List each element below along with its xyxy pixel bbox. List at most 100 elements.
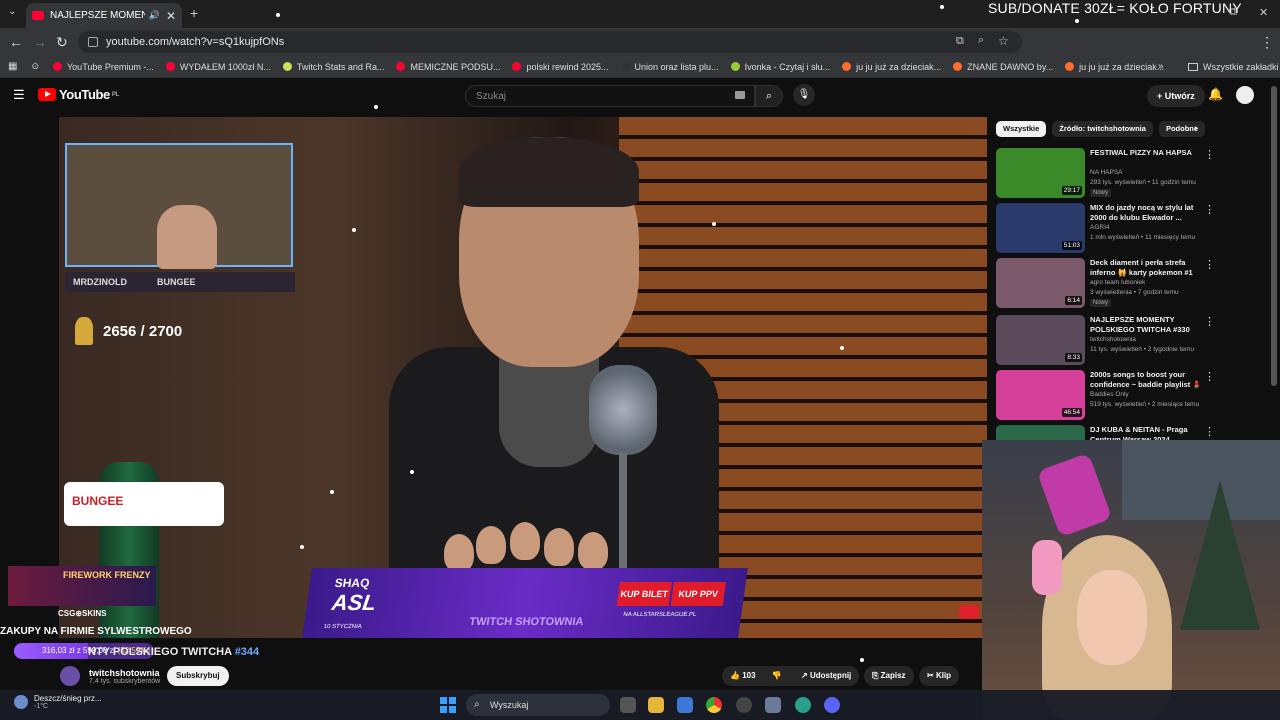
app-icon[interactable] [795, 697, 811, 713]
filter-chip[interactable]: Źródło: twitchshotownia [1052, 121, 1153, 137]
video-title-hashtag[interactable]: #344 [235, 646, 259, 658]
video-thumbnail[interactable]: 6:14 [996, 258, 1085, 308]
video-thumbnail[interactable]: 51:03 [996, 203, 1085, 253]
scrollbar[interactable] [1271, 86, 1277, 386]
search-input[interactable]: Szukaj [465, 85, 755, 107]
create-button[interactable]: + Utwórz [1147, 85, 1205, 107]
filter-chip[interactable]: Podobne [1158, 121, 1206, 137]
recommended-video[interactable]: 8:33 NAJLEPSZE MOMENTY POLSKIEGO TWITCHA … [996, 315, 1256, 365]
recommended-title[interactable]: NAJLEPSZE MOMENTY POLSKIEGO TWITCHA #330 [1090, 315, 1202, 335]
youtube-logo[interactable]: YouTube PL [38, 87, 119, 102]
bookmark-item[interactable]: WYDAŁEM 1000zł N... [165, 62, 271, 72]
more-options-icon[interactable]: ⋮ [1204, 203, 1215, 216]
recommended-title[interactable]: MIX do jazdy nocą w stylu lat 2000 do kl… [1090, 203, 1202, 223]
search-button[interactable]: ⌕ [755, 85, 783, 107]
channel-name[interactable]: twitchshotownia [89, 668, 160, 678]
bookmark-item[interactable]: Ivonka - Czytaj i słu... [730, 61, 831, 72]
bookmark-icon[interactable]: ⊙ [31, 61, 39, 72]
bookmark-item[interactable]: YouTube Premium -... [53, 62, 154, 72]
dislike-button[interactable]: 👎 [772, 671, 782, 680]
forward-icon[interactable]: → [33, 34, 47, 50]
recommended-title[interactable]: Deck diament i perła strefa inferno 🙀 ka… [1090, 258, 1202, 278]
more-options-icon[interactable]: ⋮ [1204, 425, 1215, 438]
more-options-icon[interactable]: ⋮ [1204, 315, 1215, 328]
like-button[interactable]: 👍 103 [730, 671, 756, 680]
account-avatar[interactable] [1236, 86, 1254, 104]
bookmark-star-icon[interactable]: ☆ [998, 34, 1009, 48]
keyboard-icon[interactable] [735, 91, 745, 99]
chips-next-icon[interactable]: › [1194, 123, 1197, 134]
more-bookmarks-icon[interactable]: » [1158, 61, 1164, 72]
notifications-bell-icon[interactable]: 🔔 [1208, 87, 1223, 101]
bookmark-item[interactable]: polski rewind 2025... [512, 62, 609, 72]
video-duration: 29:17 [1061, 186, 1082, 195]
share-button[interactable]: ↗ Udostępnij [793, 666, 860, 686]
all-bookmarks-folder[interactable]: Wszystkie zakładki [1188, 62, 1279, 72]
clip-button[interactable]: ✂ Klip [919, 666, 960, 686]
windows-start-icon[interactable] [440, 697, 456, 713]
file-explorer-icon[interactable] [648, 697, 664, 713]
video-thumbnail[interactable]: 8:33 [996, 315, 1085, 365]
more-options-icon[interactable]: ⋮ [1204, 148, 1215, 161]
weather-temperature: -1°C [34, 703, 49, 710]
instagram-twitter-handle: MRDZINOLD [73, 277, 127, 287]
bookmark-item[interactable]: MEMICZNE PODSU... [396, 62, 500, 72]
recommended-channel[interactable]: agro team luboniek [1090, 279, 1145, 286]
recommended-title[interactable]: 2000s songs to boost your confidence ~ b… [1090, 370, 1202, 390]
address-bar[interactable]: youtube.com/watch?v=sQ1kujpfONs ⧉ ⌕ ☆ [78, 31, 1022, 53]
site-info-icon[interactable] [88, 37, 98, 47]
back-icon[interactable]: ← [9, 34, 23, 50]
filter-chip[interactable]: Wszystkie [996, 121, 1047, 137]
subscribe-button[interactable]: Subskrybuj [167, 666, 229, 686]
apps-grid-icon[interactable]: ▦ [8, 61, 17, 72]
install-app-icon[interactable]: ⧉ [956, 35, 964, 48]
menu-dots-icon[interactable]: ⋮ [1260, 34, 1274, 51]
recommended-title[interactable]: FESTIWAL PIZZY NA HAPSA [1090, 148, 1202, 158]
recommended-video[interactable]: 46:54 2000s songs to boost your confidenc… [996, 370, 1256, 420]
bookmark-item[interactable]: ju ju już za dzieciak... [842, 62, 941, 72]
snowflake [840, 346, 844, 350]
new-tab-icon[interactable]: + [190, 5, 198, 21]
close-window-icon[interactable]: ✕ [1259, 6, 1268, 19]
bookmark-item[interactable]: ZNANE DAWNO by... [953, 62, 1053, 72]
weather-widget[interactable]: Deszcz/śnieg prz... -1°C [14, 694, 102, 710]
sponsor-badge: BUNGEE [64, 482, 224, 526]
save-button[interactable]: ⎘ Zapisz [864, 666, 914, 686]
bookmark-item[interactable]: Twitch Stats and Ra... [282, 62, 384, 72]
recommended-channel[interactable]: NA HAPSA [1090, 169, 1123, 176]
reload-icon[interactable]: ↻ [56, 34, 68, 51]
voice-search-button[interactable]: 🎙 [793, 84, 815, 106]
store-icon[interactable] [677, 697, 693, 713]
chrome-icon[interactable] [706, 697, 722, 713]
taskbar-search[interactable]: ⌕ Wyszukaj [466, 694, 610, 716]
bookmark-item[interactable]: Union oraz lista plu... [620, 62, 719, 72]
recommended-channel[interactable]: Baddies Only [1090, 391, 1129, 398]
hamburger-menu-icon[interactable]: ☰ [13, 87, 25, 103]
recommended-channel[interactable]: twitchshotownia [1090, 336, 1136, 343]
bookmark-label: Ivonka - Czytaj i słu... [744, 61, 831, 72]
app-icon[interactable] [736, 697, 752, 713]
bookmark-item[interactable]: ju ju już za dzieciak... [1065, 62, 1164, 72]
browser-tab-active[interactable]: NAJLEPSZE MOMENTY POL 🔊 ✕ [26, 3, 182, 28]
restore-window-icon[interactable]: ⧉ [1229, 6, 1237, 19]
more-options-icon[interactable]: ⋮ [1204, 258, 1215, 271]
task-view-icon[interactable] [620, 697, 636, 713]
video-thumbnail[interactable]: 29:17 [996, 148, 1085, 198]
recommended-video[interactable]: 29:17 FESTIWAL PIZZY NA HAPSA NA HAPSA 293 … [996, 148, 1256, 198]
recommended-channel[interactable]: AGRI4 [1090, 224, 1110, 231]
close-tab-icon[interactable]: ✕ [166, 9, 176, 23]
discord-icon[interactable] [824, 697, 840, 713]
channel-avatar[interactable] [60, 666, 80, 686]
banner-asl: ASL [330, 590, 378, 615]
zoom-icon[interactable]: ⌕ [978, 34, 984, 47]
video-thumbnail[interactable]: 46:54 [996, 370, 1085, 420]
youtube-play-icon [38, 88, 56, 101]
speaker-icon[interactable]: 🔊 [149, 10, 160, 21]
snowflake [300, 545, 304, 549]
more-options-icon[interactable]: ⋮ [1204, 370, 1215, 383]
recommended-video[interactable]: 6:14 Deck diament i perła strefa inferno … [996, 258, 1256, 308]
settings-gear-icon[interactable] [765, 697, 781, 713]
tab-list-icon[interactable]: ⌄ [8, 6, 16, 17]
video-player[interactable]: MRDZINOLD BUNGEE 2656 / 2700 BUNGEE SHAQ… [59, 117, 987, 638]
recommended-video[interactable]: 51:03 MIX do jazdy nocą w stylu lat 2000 … [996, 203, 1256, 253]
